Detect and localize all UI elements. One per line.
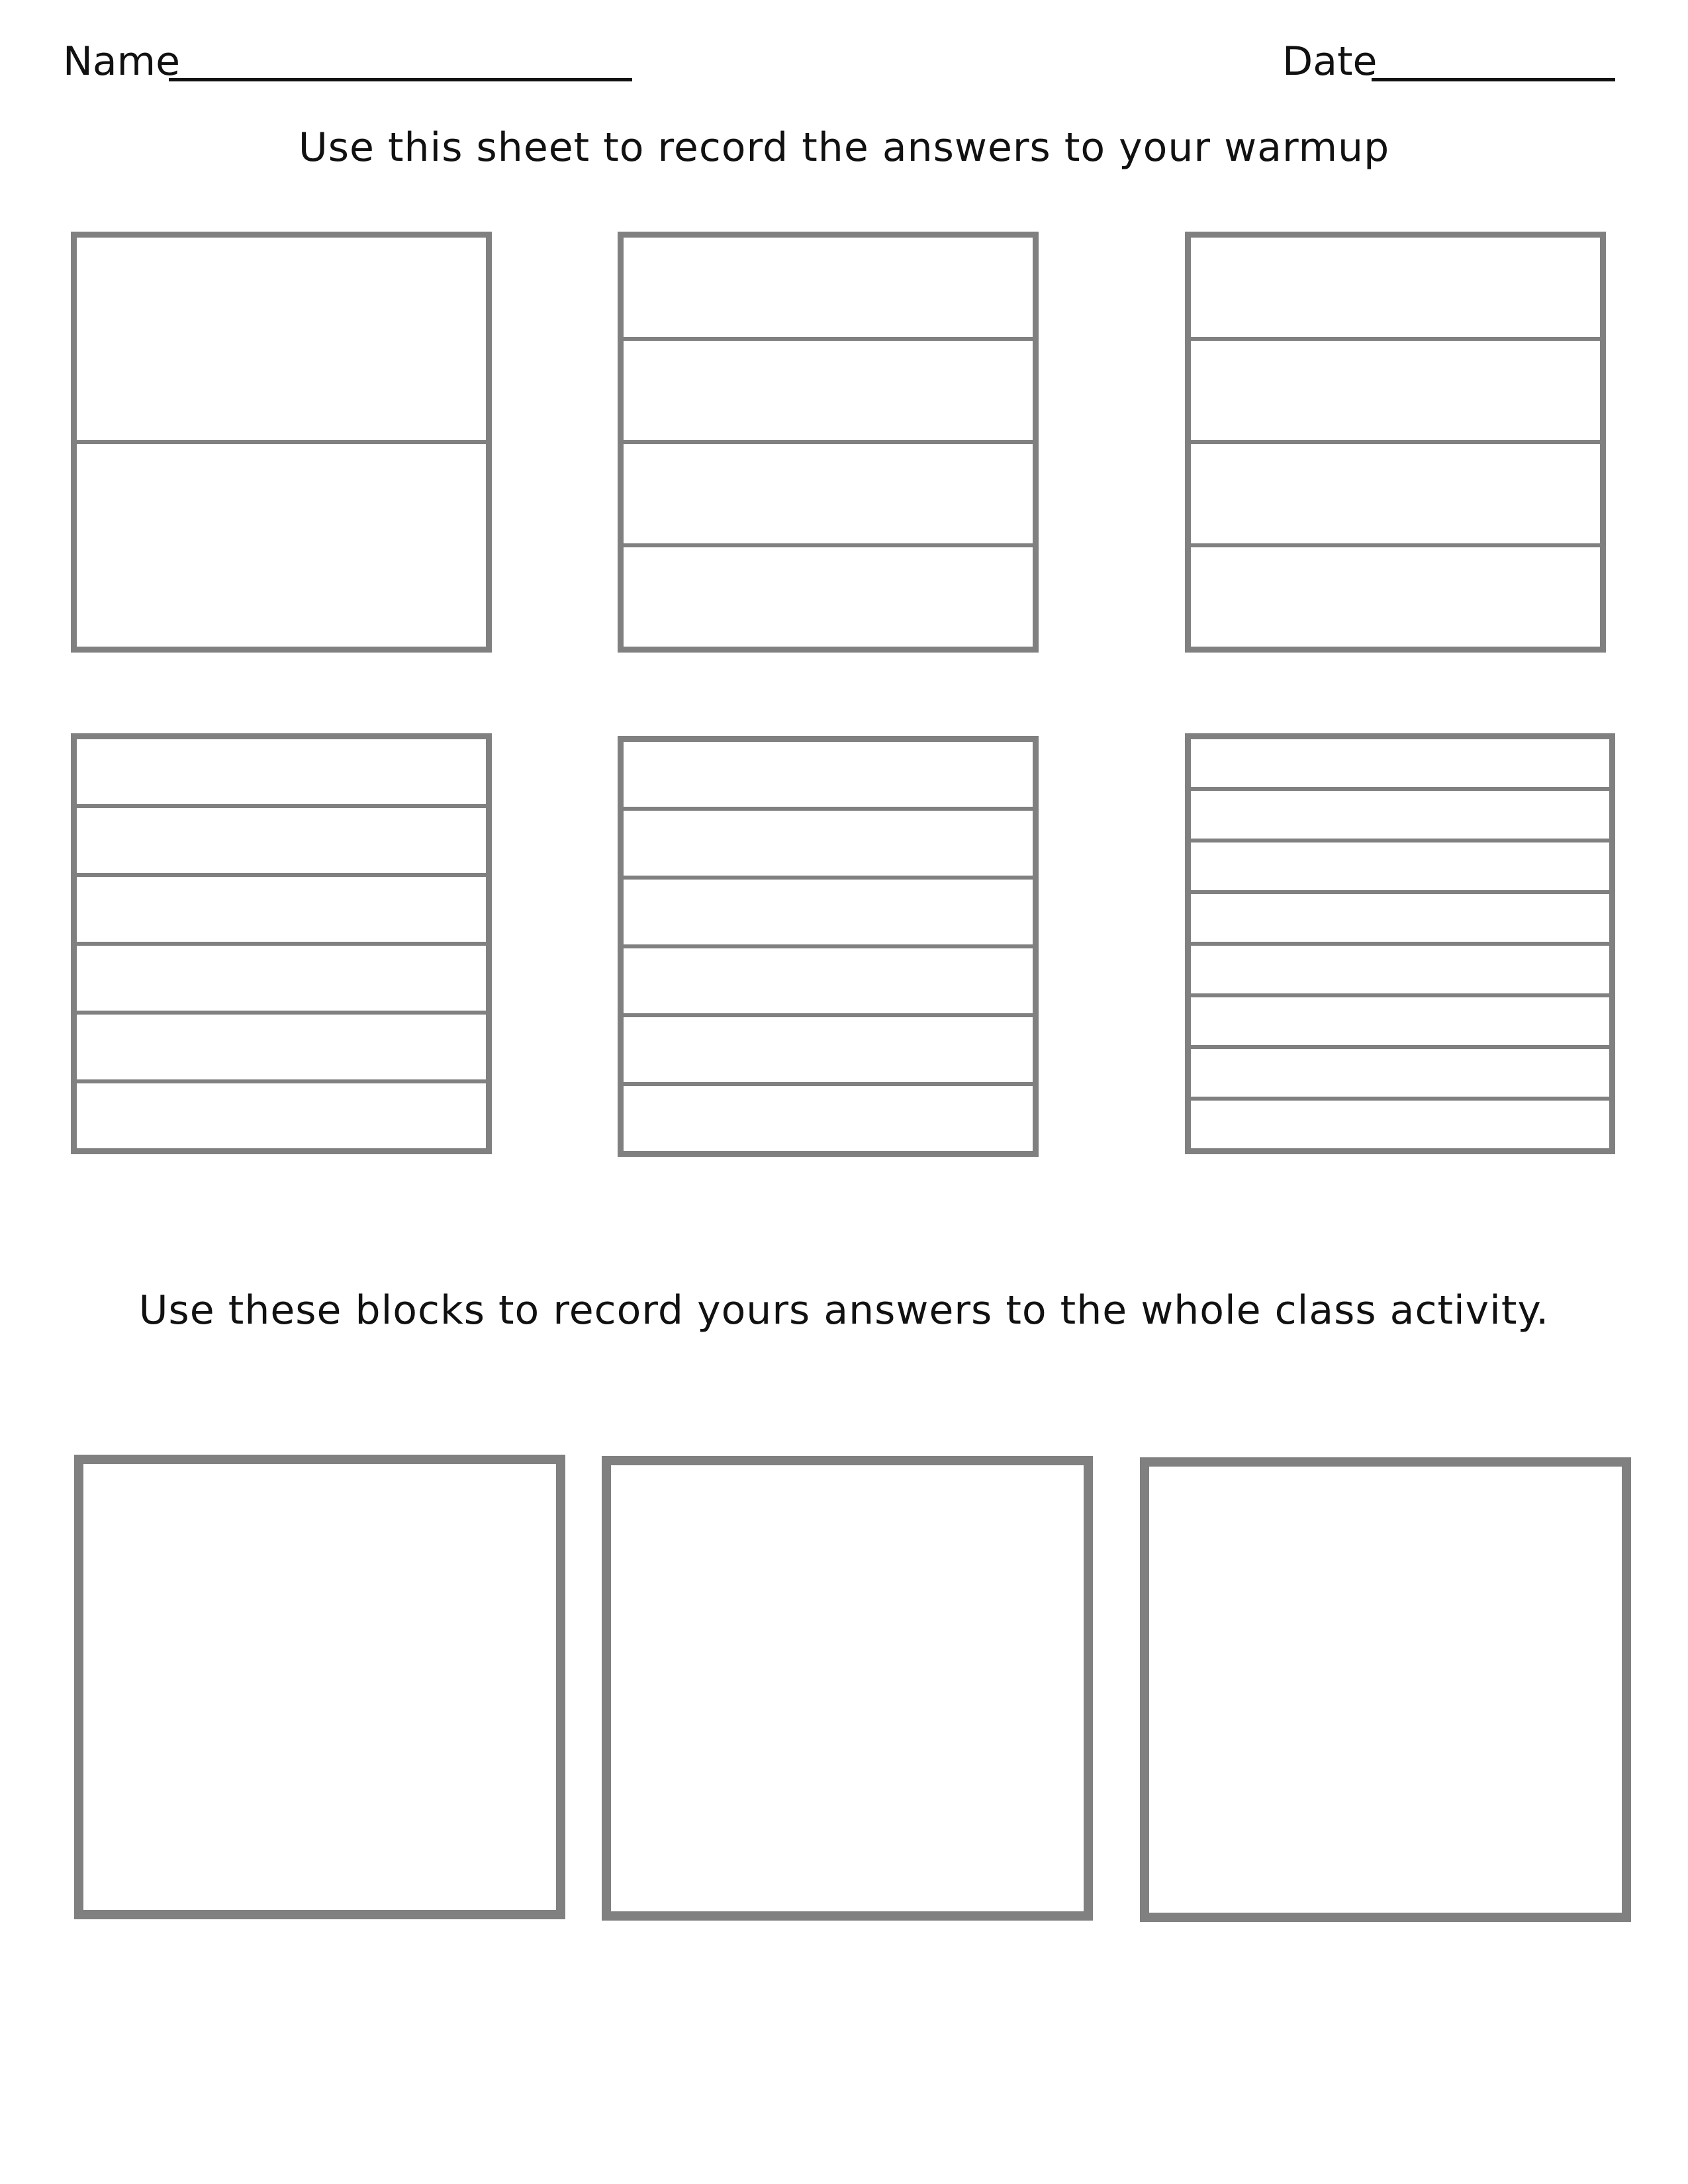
answer-strip[interactable] <box>624 807 1033 876</box>
answer-strip[interactable] <box>1191 839 1609 890</box>
answer-strip[interactable] <box>77 739 486 804</box>
name-label: Name <box>63 38 181 85</box>
answer-block-3[interactable] <box>1140 1457 1631 1922</box>
answer-strip[interactable] <box>1191 440 1600 543</box>
answer-strip[interactable] <box>1191 787 1609 839</box>
answer-strip[interactable] <box>1191 238 1600 337</box>
answer-strip[interactable] <box>1191 993 1609 1045</box>
date-label: Date <box>1282 38 1378 85</box>
class-activity-instruction: Use these blocks to record yours answers… <box>138 1287 1550 1334</box>
answer-strip[interactable] <box>624 337 1033 440</box>
answer-strip[interactable] <box>77 238 486 440</box>
answer-strip[interactable] <box>624 944 1033 1013</box>
warmup-box-3[interactable] <box>1185 232 1606 653</box>
answer-strip[interactable] <box>1191 890 1609 942</box>
answer-strip[interactable] <box>1191 1097 1609 1148</box>
warmup-box-6[interactable] <box>1185 733 1615 1154</box>
worksheet-page: { "header": { "name_label": "Name", "dat… <box>0 0 1688 2184</box>
answer-strip[interactable] <box>624 1013 1033 1082</box>
answer-block-1[interactable] <box>74 1455 565 1919</box>
answer-strip[interactable] <box>624 440 1033 543</box>
answer-block-2[interactable] <box>602 1456 1093 1921</box>
answer-strip[interactable] <box>1191 337 1600 440</box>
warmup-box-5[interactable] <box>618 736 1039 1157</box>
answer-strip[interactable] <box>77 804 486 873</box>
warmup-box-1[interactable] <box>71 232 492 653</box>
answer-strip[interactable] <box>77 440 486 647</box>
answer-strip[interactable] <box>1191 942 1609 993</box>
date-blank-line[interactable] <box>1372 78 1615 81</box>
answer-strip[interactable] <box>624 238 1033 337</box>
answer-strip[interactable] <box>1191 1045 1609 1097</box>
answer-strip[interactable] <box>624 543 1033 647</box>
answer-strip[interactable] <box>77 1079 486 1148</box>
answer-strip[interactable] <box>77 1011 486 1079</box>
answer-strip[interactable] <box>1191 543 1600 647</box>
answer-strip[interactable] <box>77 942 486 1011</box>
answer-strip[interactable] <box>1191 739 1609 787</box>
name-blank-line[interactable] <box>169 78 632 81</box>
answer-strip[interactable] <box>77 873 486 942</box>
answer-strip[interactable] <box>624 1082 1033 1151</box>
warmup-box-2[interactable] <box>618 232 1039 653</box>
answer-strip[interactable] <box>624 876 1033 944</box>
warmup-instruction: Use this sheet to record the answers to … <box>298 124 1390 171</box>
warmup-box-4[interactable] <box>71 733 492 1154</box>
answer-strip[interactable] <box>624 742 1033 807</box>
